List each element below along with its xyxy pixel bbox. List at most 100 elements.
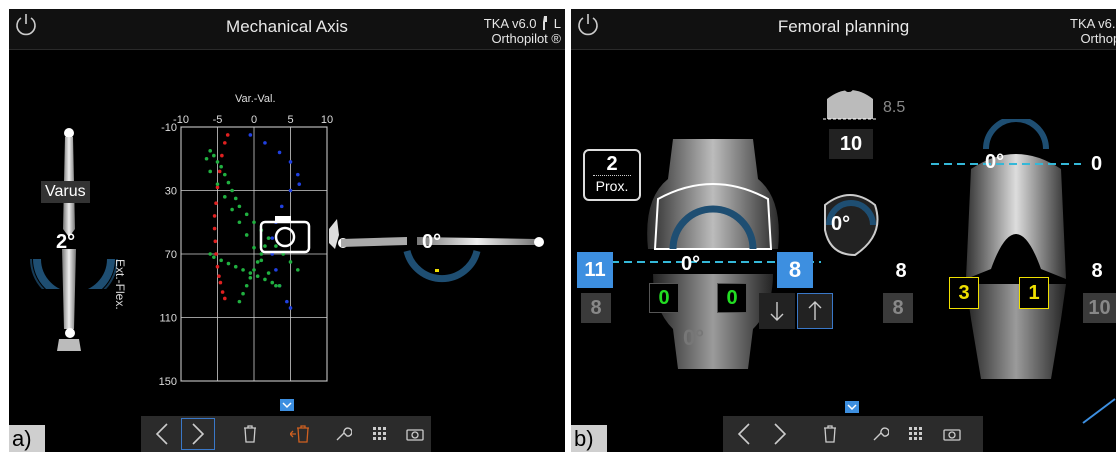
frontal-angle-value: 0° [681, 253, 701, 275]
chart-x-tick-label: 0 [251, 114, 257, 126]
gap-medial-value[interactable]: 11 [577, 252, 613, 288]
side-label: L [553, 16, 561, 31]
panel-a-mechanical-axis: Mechanical Axis TKA v6.0 L Orthopilot ® … [9, 9, 565, 452]
frontal-angle-gauge [30, 258, 118, 289]
camera-icon[interactable] [259, 214, 311, 254]
chart-point [223, 195, 227, 199]
axial-yellow-left-value: 3 [949, 277, 979, 309]
chart-point [288, 260, 293, 264]
chart-point [277, 283, 282, 288]
axial-offset-value: 0 [1091, 153, 1103, 175]
prox-label: Prox. [595, 178, 629, 194]
chart-point [255, 274, 260, 279]
implant-alt-size: 8.5 [883, 99, 906, 116]
chart-point [226, 180, 231, 185]
depth-value[interactable]: 10 [829, 129, 873, 159]
chart-point [248, 271, 253, 275]
chart-point [233, 196, 238, 201]
chart-x-tick-label: 10 [321, 114, 333, 126]
chart-point [288, 188, 293, 193]
chart-point [208, 252, 212, 256]
chart-point [244, 212, 249, 217]
back-button[interactable] [727, 418, 761, 450]
knee-axial-image [966, 119, 1066, 379]
gap-lateral-value[interactable]: 8 [777, 252, 813, 288]
chart-point [297, 182, 302, 186]
chart-point [252, 220, 256, 225]
leg-icon [543, 16, 548, 30]
version-info: TKA v6.0 L Orthopilot ® [484, 16, 561, 46]
chart-point [214, 252, 218, 256]
axial-left-bottom-value: 8 [883, 293, 913, 323]
chart-point [277, 150, 282, 155]
chart-point [244, 233, 249, 237]
prox-value: 2 [593, 153, 631, 176]
frontal-angle-value: 2° [56, 231, 76, 253]
chart-point [208, 149, 212, 153]
chart-point [296, 268, 300, 272]
chart-y-tick-label: -10 [161, 122, 177, 134]
chevron-down-icon[interactable] [280, 399, 294, 411]
chart-point [255, 260, 260, 264]
chart-ylabel: Ext.-Flex. [113, 259, 127, 310]
menu-grid-button[interactable] [363, 418, 397, 450]
chevron-left-icon [737, 423, 750, 445]
menu-grid-button[interactable] [899, 418, 933, 450]
chart-point [288, 160, 293, 164]
chart-point [215, 264, 220, 269]
chart-x-tick-label: -5 [213, 114, 223, 126]
chart-point [279, 204, 284, 209]
axial-yellow-right-value: 1 [1019, 277, 1049, 309]
sagittal-angle-value: 0° [422, 231, 442, 253]
screenshot-button[interactable] [935, 418, 969, 450]
wrench-icon [336, 427, 352, 441]
chart-point [226, 261, 231, 266]
move-down-button[interactable] [759, 293, 795, 329]
chart-x-tick-label: 5 [287, 114, 293, 126]
chart-point [215, 182, 220, 186]
wrench-icon [873, 427, 889, 441]
bottom-toolbar [723, 416, 983, 452]
chart-point [263, 141, 267, 145]
chart-point [241, 268, 245, 272]
panel-label-b: b) [571, 425, 607, 452]
chart-point [233, 264, 238, 269]
chart-point [212, 255, 216, 259]
chart-point [230, 207, 234, 212]
chart-point [214, 201, 218, 205]
chart-point [219, 258, 223, 263]
chart-point [215, 185, 220, 190]
chart-point [215, 160, 220, 164]
move-up-button[interactable] [797, 293, 833, 329]
settings-button[interactable] [863, 418, 897, 450]
camera-small-icon [943, 429, 961, 441]
next-button[interactable] [181, 418, 215, 450]
chevron-down-icon[interactable] [845, 401, 859, 413]
varus-label: Varus [41, 181, 90, 203]
page-title: Femoral planning [777, 17, 910, 36]
condyle-left-value: 0 [649, 283, 679, 313]
settings-button[interactable] [326, 418, 360, 450]
axial-angle-value: 0° [985, 151, 1005, 173]
chart-point [241, 291, 245, 296]
chart-point [244, 283, 249, 288]
chart-point [248, 276, 253, 280]
chart-point [248, 133, 253, 137]
panel-label-a: a) [9, 425, 45, 452]
undo-delete-button[interactable] [283, 418, 317, 450]
trash-icon [244, 425, 256, 443]
delete-button[interactable] [233, 418, 267, 450]
chart-point [266, 271, 271, 275]
chart-point [263, 277, 267, 282]
back-button[interactable] [145, 418, 179, 450]
chart-point [223, 172, 227, 177]
chart-point [212, 226, 217, 231]
chart-point [218, 280, 223, 285]
chart-point [252, 268, 256, 272]
next-button[interactable] [763, 418, 797, 450]
axial-right-bottom-value: 10 [1083, 293, 1116, 323]
condyle-right-value: 0 [717, 283, 747, 313]
chart-point [288, 306, 293, 310]
delete-button[interactable] [813, 418, 847, 450]
screenshot-button[interactable] [398, 418, 432, 450]
